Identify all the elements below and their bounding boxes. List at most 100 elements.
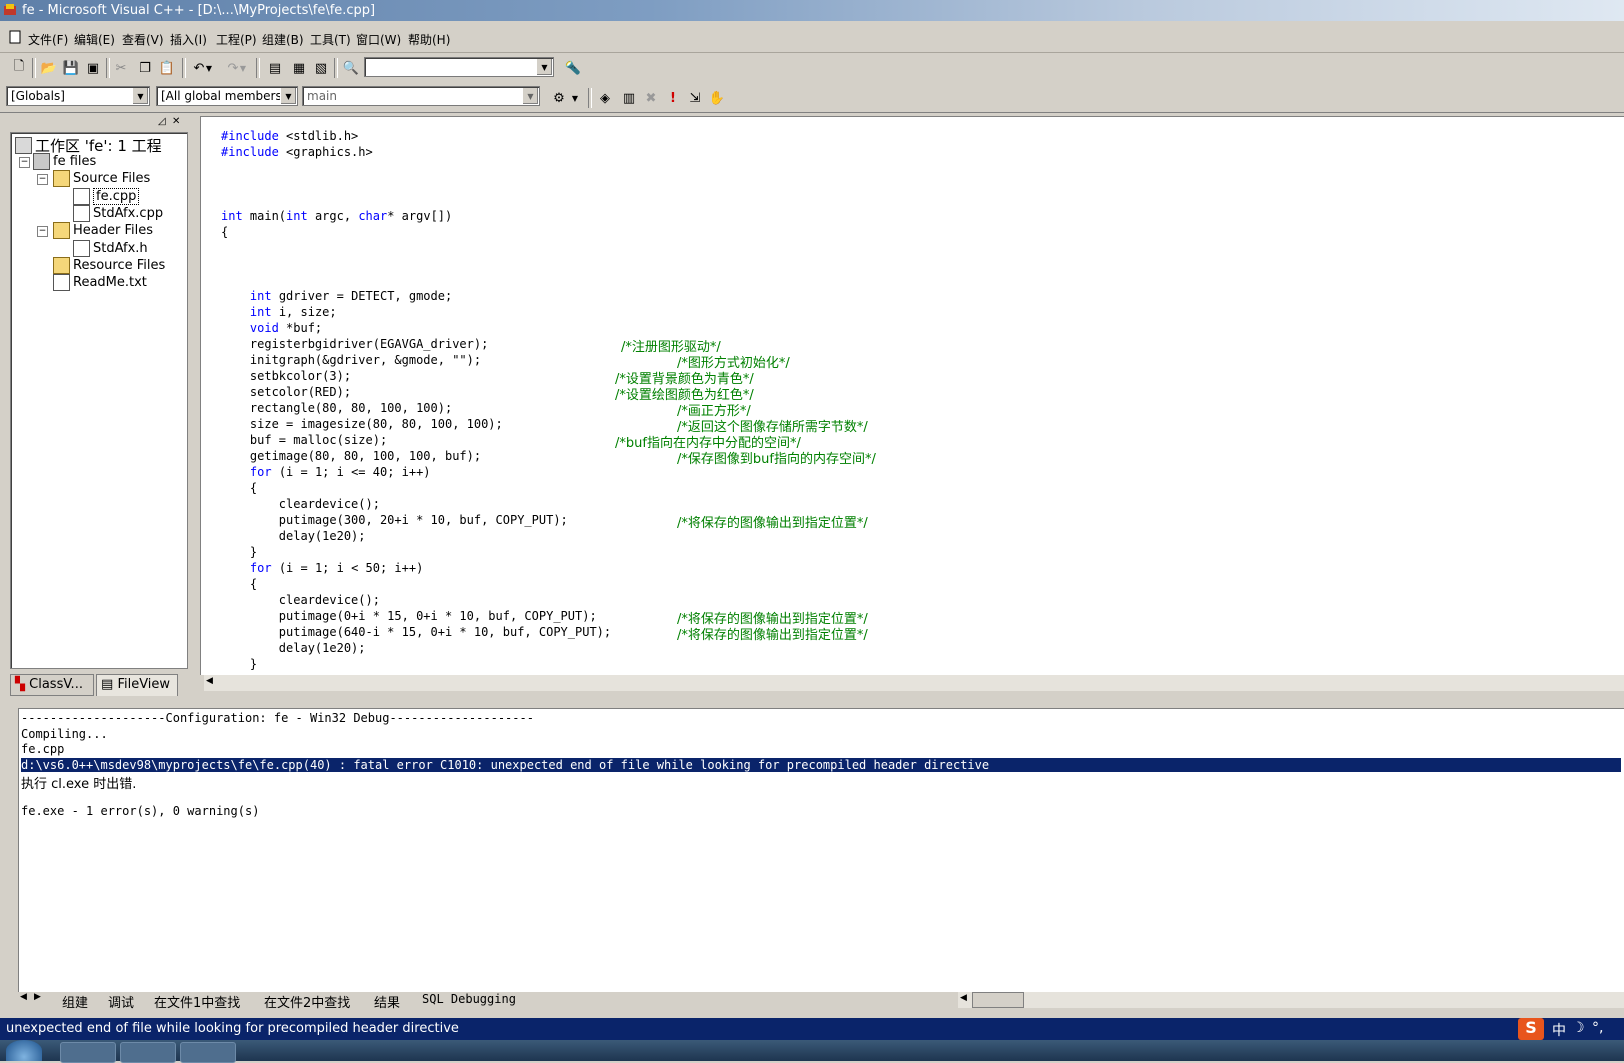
- start-button[interactable]: [6, 1040, 42, 1061]
- collapse-icon[interactable]: −: [37, 226, 48, 237]
- code-line: {: [221, 481, 258, 495]
- taskbar-visual-cpp[interactable]: [120, 1042, 176, 1063]
- tree-project[interactable]: fe files: [33, 153, 96, 170]
- open-folder-icon[interactable]: 📂: [38, 57, 60, 79]
- code-line: {: [221, 225, 229, 239]
- editor-horizontal-scrollbar[interactable]: ◀: [204, 674, 1624, 691]
- compile-icon[interactable]: ◈: [594, 87, 616, 109]
- status-bar: unexpected end of file while looking for…: [0, 1018, 1624, 1040]
- menu-insert[interactable]: 插入(I): [170, 31, 207, 48]
- scope-combo[interactable]: [Globals] ▼: [6, 86, 150, 106]
- code-line: }: [221, 657, 258, 671]
- cut-icon[interactable]: ✂: [110, 57, 132, 79]
- msvc-logo-icon: [4, 4, 16, 15]
- find-icon[interactable]: 🔦: [562, 57, 584, 79]
- tab-sql-debugging[interactable]: SQL Debugging: [422, 992, 516, 1006]
- tree-source-folder[interactable]: Source Files: [53, 170, 150, 187]
- scroll-left-icon[interactable]: ◀: [960, 993, 967, 1003]
- new-text-file-icon[interactable]: 🗋: [8, 57, 30, 79]
- tree-file-fe-cpp[interactable]: fe.cpp: [73, 188, 140, 205]
- code-line: setcolor(RED);: [221, 385, 352, 399]
- panel-restore-icon[interactable]: ◿: [158, 116, 166, 127]
- wizard-action-icon[interactable]: ⚙: [548, 87, 570, 109]
- code-comment: /*将保存的图像输出到指定位置*/: [677, 516, 868, 531]
- tab-find-in-files-1[interactable]: 在文件1中查找: [154, 992, 240, 1011]
- execute-icon[interactable]: !: [662, 87, 684, 109]
- chevron-down-icon[interactable]: ▼: [536, 59, 552, 75]
- redo-dropdown-icon[interactable]: ▼: [238, 57, 248, 79]
- output-line[interactable]: fe.cpp: [21, 742, 64, 756]
- menu-file[interactable]: 文件(F): [28, 31, 68, 48]
- tab-fileview[interactable]: ▤ FileView: [96, 674, 178, 696]
- menu-tools[interactable]: 工具(T): [310, 31, 351, 48]
- code-line: cleardevice();: [221, 593, 380, 607]
- build-icon[interactable]: ▥: [618, 87, 640, 109]
- close-icon[interactable]: ✕: [172, 116, 180, 127]
- output-window-icon[interactable]: ▦: [288, 57, 310, 79]
- menu-view[interactable]: 查看(V): [122, 31, 164, 48]
- output-line[interactable]: 执行 cl.exe 时出错.: [21, 773, 136, 792]
- copy-icon[interactable]: ❐: [134, 57, 156, 79]
- tree-file-readme[interactable]: ReadMe.txt: [53, 274, 147, 291]
- menu-edit[interactable]: 编辑(E): [74, 31, 115, 48]
- chevron-down-icon[interactable]: ▼: [132, 88, 148, 104]
- tree-resource-folder[interactable]: Resource Files: [53, 257, 165, 274]
- breakpoint-hand-icon[interactable]: ✋: [706, 87, 728, 109]
- ime-chinese-mode[interactable]: 中: [1552, 1020, 1566, 1040]
- members-combo[interactable]: [All global members ▼: [156, 86, 298, 106]
- workspace-window-icon[interactable]: ▤: [264, 57, 286, 79]
- find-combo[interactable]: ▼: [364, 57, 554, 77]
- tree-header-folder[interactable]: Header Files: [53, 222, 153, 239]
- undo-dropdown-icon[interactable]: ▼: [204, 57, 214, 79]
- project-icon: [33, 153, 50, 170]
- tree-file-stdafx-cpp[interactable]: StdAfx.cpp: [73, 205, 163, 222]
- function-combo[interactable]: main ▼: [302, 86, 540, 106]
- file-tree: 工作区 'fe': 1 工程 − fe files − Source Files…: [10, 132, 188, 669]
- stop-build-icon[interactable]: ✖: [640, 87, 662, 109]
- scope-combo-value: [Globals]: [11, 89, 65, 103]
- tab-scroll-right-icon[interactable]: ▶: [34, 992, 41, 1002]
- tab-debug[interactable]: 调试: [108, 992, 134, 1011]
- status-text: unexpected end of file while looking for…: [6, 1021, 459, 1036]
- tab-build[interactable]: 组建: [62, 992, 88, 1011]
- collapse-icon[interactable]: −: [19, 157, 30, 168]
- scroll-thumb[interactable]: [972, 992, 1024, 1008]
- title-bar: fe - Microsoft Visual C++ - [D:\...\MyPr…: [0, 0, 1624, 21]
- go-icon[interactable]: ⇲: [684, 87, 706, 109]
- taskbar-firefox[interactable]: [180, 1042, 236, 1063]
- collapse-icon[interactable]: −: [37, 174, 48, 185]
- wizard-dropdown-icon[interactable]: ▼: [570, 87, 580, 109]
- code-line: delay(1e20);: [221, 641, 366, 655]
- find-in-files-icon[interactable]: 🔍: [340, 57, 362, 79]
- tab-find-in-files-2[interactable]: 在文件2中查找: [264, 992, 350, 1011]
- code-line: size = imagesize(80, 80, 100, 100);: [221, 417, 503, 431]
- taskbar-explorer[interactable]: [60, 1042, 116, 1063]
- menu-project[interactable]: 工程(P): [216, 31, 257, 48]
- sogou-ime-icon[interactable]: S: [1518, 1018, 1544, 1040]
- output-window[interactable]: --------------------Configuration: fe - …: [18, 708, 1624, 994]
- save-all-icon[interactable]: ▣: [82, 57, 104, 79]
- moon-icon[interactable]: ☽: [1572, 1020, 1585, 1036]
- window-list-icon[interactable]: ▧: [310, 57, 332, 79]
- tree-file-stdafx-h[interactable]: StdAfx.h: [73, 240, 148, 257]
- tab-classview[interactable]: ▚ ClassV...: [10, 674, 94, 696]
- scroll-left-icon[interactable]: ◀: [206, 676, 213, 686]
- chevron-down-icon[interactable]: ▼: [280, 88, 296, 104]
- menu-build[interactable]: 组建(B): [262, 31, 304, 48]
- code-comment: /*将保存的图像输出到指定位置*/: [677, 628, 868, 643]
- menu-help[interactable]: 帮助(H): [408, 31, 450, 48]
- paste-icon[interactable]: 📋: [156, 57, 178, 79]
- tab-scroll-left-icon[interactable]: ◀: [20, 992, 27, 1002]
- ime-punctuation[interactable]: °,: [1592, 1020, 1603, 1036]
- tab-results[interactable]: 结果: [374, 992, 400, 1011]
- save-icon[interactable]: 💾: [60, 57, 82, 79]
- output-error-line[interactable]: d:\vs6.0++\msdev98\myprojects\fe\fe.cpp(…: [21, 757, 1621, 772]
- output-line[interactable]: Compiling...: [21, 727, 108, 741]
- chevron-down-icon[interactable]: ▼: [522, 88, 538, 104]
- menu-window[interactable]: 窗口(W): [356, 31, 401, 48]
- code-editor[interactable]: #include <stdlib.h> #include <graphics.h>…: [200, 116, 1624, 687]
- members-combo-value: [All global members: [161, 89, 282, 103]
- output-line[interactable]: --------------------Configuration: fe - …: [21, 711, 534, 725]
- output-line[interactable]: fe.exe - 1 error(s), 0 warning(s): [21, 804, 259, 818]
- output-horizontal-scrollbar[interactable]: ◀: [958, 992, 1624, 1008]
